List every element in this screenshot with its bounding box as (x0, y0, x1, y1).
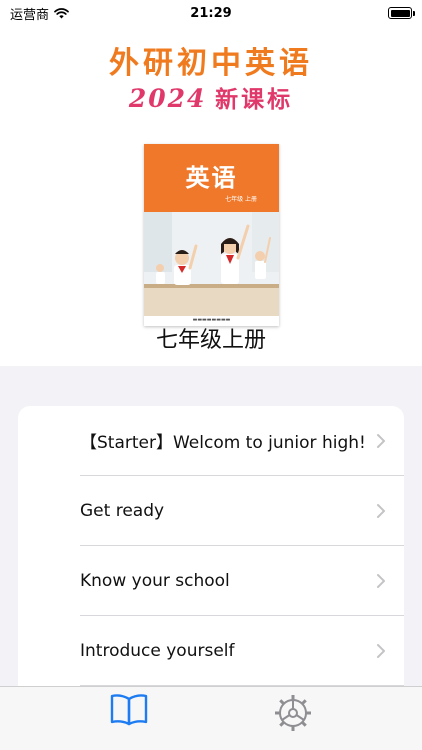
status-left: 运营商 (10, 4, 69, 23)
book-icon (110, 694, 148, 726)
unit-list: 【Starter】Welcom to junior high! Get read… (18, 406, 404, 706)
header-area: 外研初中英语 2024 新课标 英语 七年级 上册 ▬▬▬▬▬▬▬▬ 七年级上册 (0, 26, 422, 366)
gear-icon (275, 695, 311, 731)
battery-fill (390, 9, 410, 17)
unit-label: Get ready (80, 500, 165, 521)
wifi-icon (54, 7, 69, 18)
status-bar: 运营商 21:29 (0, 0, 422, 26)
edition-subtitle: 2024 新课标 (0, 80, 422, 114)
unit-row-introduce-yourself[interactable]: Introduce yourself (80, 616, 404, 686)
unit-label: Introduce yourself (80, 640, 235, 661)
chevron-right-icon (377, 643, 385, 658)
unit-label: 【Starter】Welcom to junior high! (80, 433, 366, 453)
book-tab[interactable] (99, 693, 159, 743)
cover-title: 英语 (185, 164, 238, 192)
book-cover[interactable]: 英语 七年级 上册 ▬▬▬▬▬▬▬▬ (144, 144, 279, 326)
grade-label: 七年级上册 (155, 328, 266, 353)
unit-row-starter[interactable]: 【Starter】Welcom to junior high! (80, 406, 404, 476)
unit-row-know-your-school[interactable]: Know your school (80, 546, 404, 616)
battery-icon (388, 7, 415, 19)
settings-tab[interactable] (263, 693, 323, 743)
chevron-right-icon (377, 503, 385, 518)
app-title: 外研初中英语 (109, 46, 313, 81)
edition-tag: 新课标 (215, 87, 294, 113)
tab-bar (0, 686, 422, 750)
cover-photo (144, 212, 279, 316)
chevron-right-icon (377, 573, 385, 588)
unit-label: Know your school (80, 570, 230, 591)
unit-row-get-ready[interactable]: Get ready (80, 476, 404, 546)
chevron-right-icon (377, 433, 385, 448)
edition-year: 2024 (128, 84, 207, 113)
cover-grade: 七年级 上册 (225, 196, 257, 203)
carrier-label: 运营商 (10, 7, 50, 23)
